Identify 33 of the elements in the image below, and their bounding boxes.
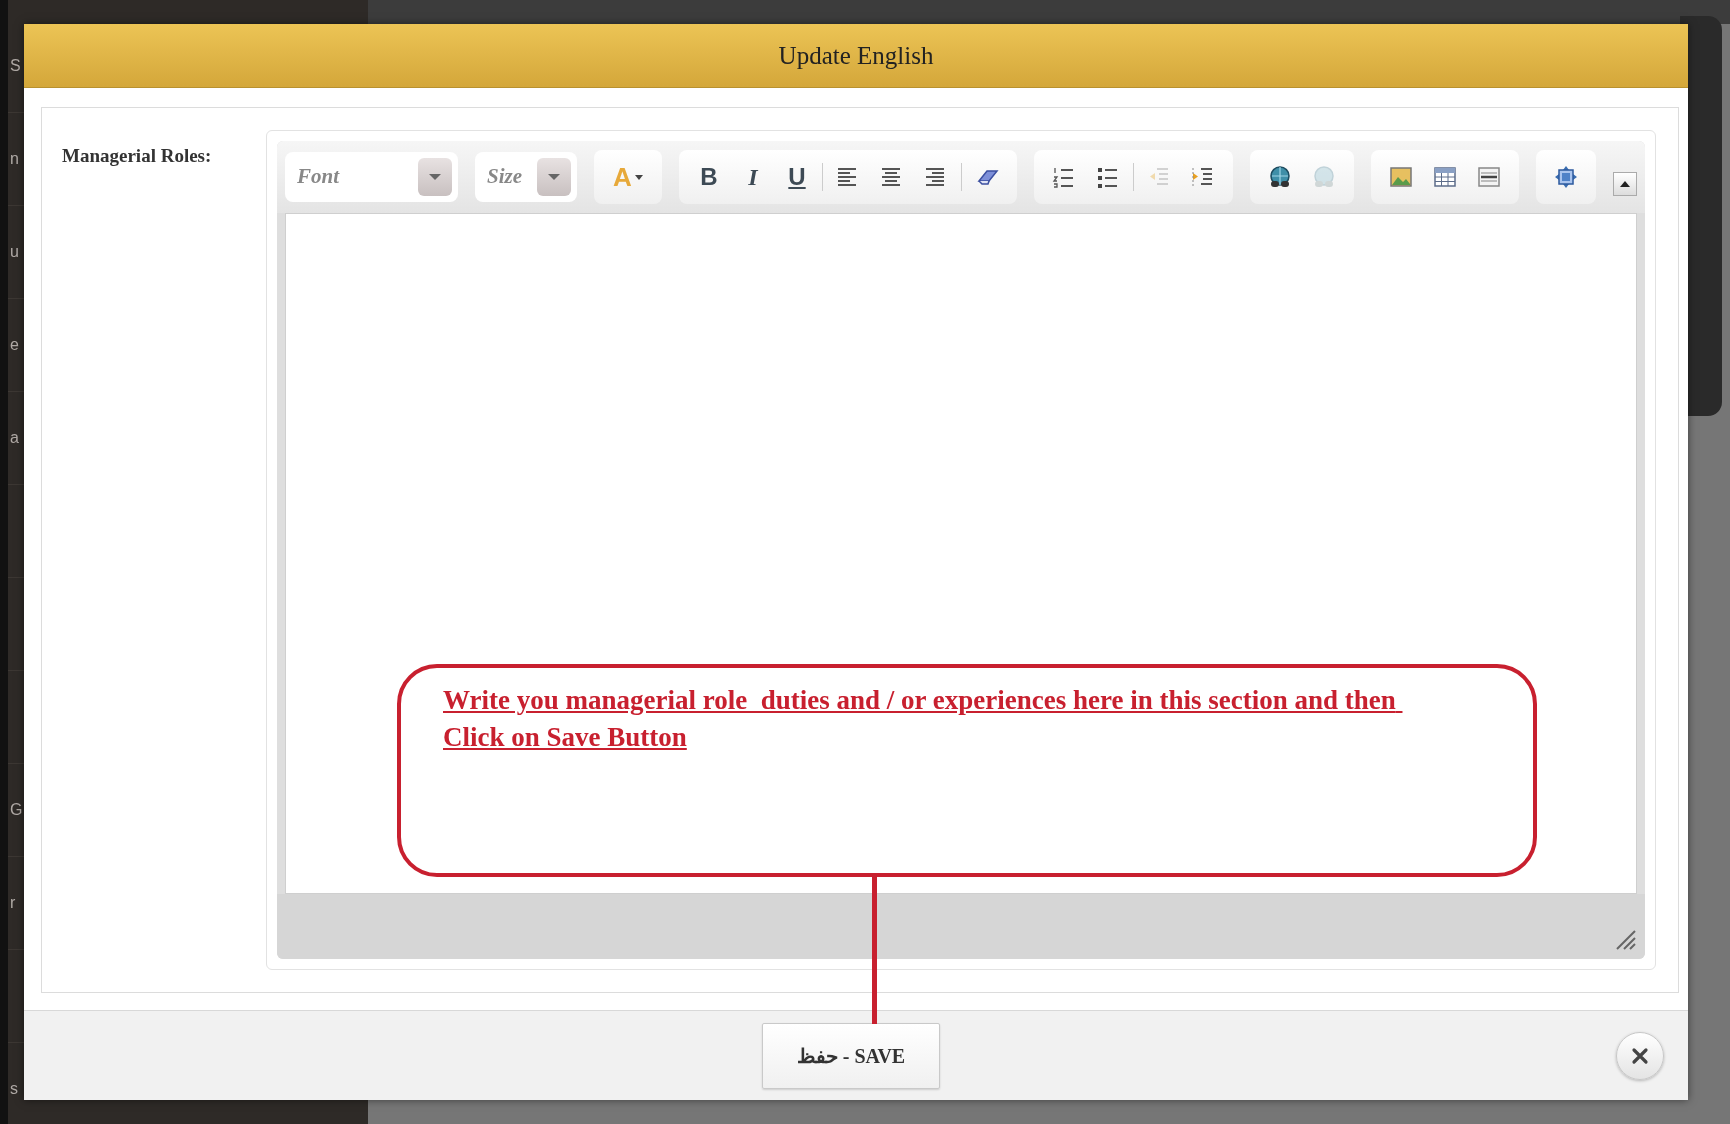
dropdown-select[interactable]: Size [475, 152, 577, 202]
indent-icon [1191, 165, 1215, 189]
dialog-title: Update English [778, 40, 934, 71]
caret-icon [429, 174, 441, 180]
close-button[interactable] [1616, 1032, 1664, 1080]
link-icon [1268, 165, 1292, 189]
ordered-list-icon [1052, 165, 1076, 189]
underline-button[interactable]: U [775, 157, 819, 197]
sidebar-item[interactable]: s [10, 1081, 18, 1097]
caret-icon [1620, 181, 1630, 187]
sidebar-item[interactable]: e [10, 337, 19, 353]
table-icon [1433, 165, 1457, 189]
sidebar-item[interactable]: r [10, 895, 16, 911]
text-area[interactable] [285, 213, 1637, 894]
source-icon [1554, 165, 1578, 189]
caret-icon [634, 174, 643, 180]
image-icon [1389, 165, 1413, 189]
sidebar-item[interactable]: S [10, 58, 21, 74]
callout-text: Write you managerial role duties and / or experiences here in this section and then Click on Save Button [443, 684, 1397, 754]
field-label: Managerial Roles: [62, 145, 212, 166]
caret-icon [548, 174, 560, 180]
bold-button[interactable]: B [687, 157, 731, 197]
bullet-list-icon [1096, 165, 1120, 189]
sidebar-item[interactable]: G [10, 802, 23, 818]
sidebar-item[interactable]: n [10, 151, 19, 167]
collapse-toolbar-button[interactable] [1613, 172, 1637, 196]
unlink-icon [1312, 165, 1336, 189]
close-icon [1631, 1047, 1649, 1065]
italic-button[interactable]: I [731, 157, 775, 197]
sidebar-item[interactable]: u [10, 244, 19, 260]
sidebar-item[interactable]: a [10, 430, 19, 446]
dropdown-select[interactable]: Font [285, 152, 458, 202]
save-button[interactable]: حفظ - SAVE [762, 1022, 940, 1089]
